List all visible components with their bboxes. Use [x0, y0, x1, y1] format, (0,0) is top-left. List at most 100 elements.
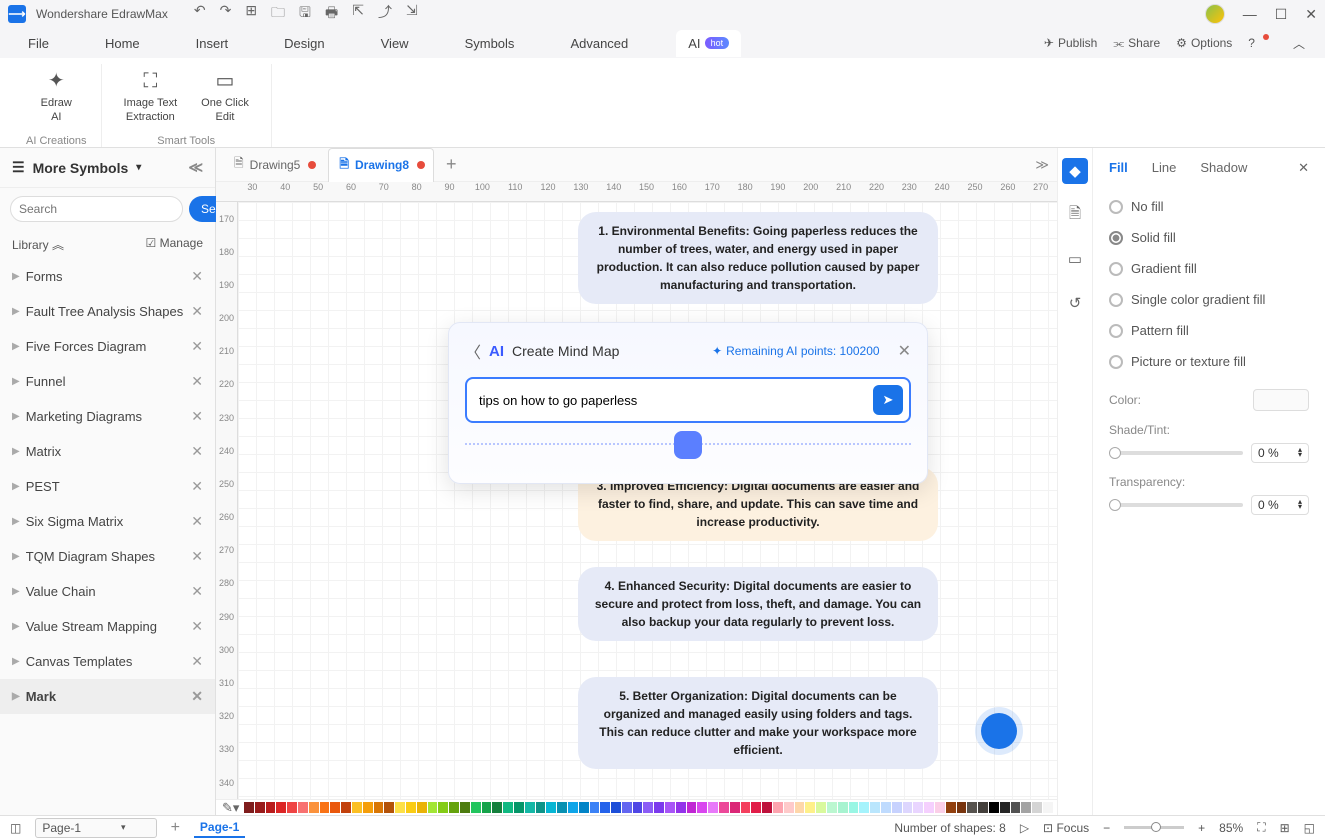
- color-swatch[interactable]: [957, 802, 967, 813]
- menu-ai[interactable]: AI hot: [676, 30, 741, 57]
- color-swatch[interactable]: [622, 802, 632, 813]
- color-swatch[interactable]: [492, 802, 502, 813]
- color-swatch[interactable]: [255, 802, 265, 813]
- color-swatch[interactable]: [525, 802, 535, 813]
- color-swatch[interactable]: [665, 802, 675, 813]
- ai-prompt-input[interactable]: [479, 393, 873, 408]
- menu-symbols[interactable]: Symbols: [457, 32, 523, 55]
- color-swatch[interactable]: [482, 802, 492, 813]
- minimize-icon[interactable]: —: [1243, 6, 1257, 22]
- search-input[interactable]: [10, 196, 183, 222]
- tab-shadow[interactable]: Shadow: [1200, 160, 1247, 175]
- library-item[interactable]: ▶Six Sigma Matrix✕: [0, 504, 215, 539]
- color-swatch[interactable]: [892, 802, 902, 813]
- color-swatch[interactable]: [579, 802, 589, 813]
- menu-insert[interactable]: Insert: [188, 32, 237, 55]
- color-swatch[interactable]: [719, 802, 729, 813]
- color-swatch[interactable]: [881, 802, 891, 813]
- transparency-slider[interactable]: [1109, 503, 1243, 507]
- zoom-slider[interactable]: [1124, 826, 1184, 829]
- menu-file[interactable]: File: [20, 32, 57, 55]
- style-panel-icon[interactable]: ◆: [1062, 158, 1088, 184]
- color-swatch[interactable]: [838, 802, 848, 813]
- focus-button[interactable]: ⊡ Focus: [1043, 821, 1089, 835]
- color-swatch[interactable]: [1043, 802, 1053, 813]
- color-swatch[interactable]: [611, 802, 621, 813]
- color-swatch[interactable]: [428, 802, 438, 813]
- color-swatch[interactable]: [827, 802, 837, 813]
- color-swatch[interactable]: [546, 802, 556, 813]
- chatbot-fab[interactable]: [981, 713, 1017, 749]
- color-swatch[interactable]: [557, 802, 567, 813]
- export-icon[interactable]: ⇱: [352, 2, 364, 26]
- undo-icon[interactable]: ↶: [194, 2, 206, 26]
- image-text-extraction-button[interactable]: ⛶ Image Text Extraction: [116, 64, 186, 129]
- edraw-ai-button[interactable]: ✦ Edraw AI: [33, 64, 80, 129]
- color-swatch[interactable]: [859, 802, 869, 813]
- color-swatch[interactable]: [503, 802, 513, 813]
- color-swatch[interactable]: [676, 802, 686, 813]
- color-swatch[interactable]: [287, 802, 297, 813]
- color-swatch[interactable]: [244, 802, 254, 813]
- share-button[interactable]: ⫘ Share: [1113, 36, 1160, 51]
- color-swatch[interactable]: [989, 802, 999, 813]
- color-swatch[interactable]: [913, 802, 923, 813]
- color-swatch[interactable]: [697, 802, 707, 813]
- zoom-out-icon[interactable]: −: [1103, 821, 1110, 835]
- color-swatch[interactable]: [590, 802, 600, 813]
- hamburger-icon[interactable]: ☰: [12, 159, 25, 176]
- radio-solid-fill[interactable]: Solid fill: [1109, 222, 1309, 253]
- color-swatch[interactable]: [266, 802, 276, 813]
- menu-design[interactable]: Design: [276, 32, 332, 55]
- color-swatch[interactable]: [946, 802, 956, 813]
- color-swatch[interactable]: [374, 802, 384, 813]
- page-panel-icon[interactable]: 🗎: [1062, 202, 1088, 228]
- color-swatch[interactable]: [568, 802, 578, 813]
- shade-value[interactable]: 0 %▴▾: [1251, 443, 1309, 463]
- menu-view[interactable]: View: [373, 32, 417, 55]
- play-icon[interactable]: ▷: [1020, 821, 1029, 835]
- color-swatch[interactable]: [536, 802, 546, 813]
- publish-button[interactable]: ✈ Publish: [1044, 36, 1097, 50]
- color-swatch[interactable]: [730, 802, 740, 813]
- color-swatch[interactable]: [363, 802, 373, 813]
- manage-link[interactable]: ☑ Manage: [146, 236, 203, 253]
- library-item[interactable]: ▶Forms✕: [0, 259, 215, 294]
- maximize-icon[interactable]: ☐: [1275, 6, 1288, 23]
- add-page-button[interactable]: +: [171, 819, 180, 837]
- color-swatch[interactable]: [687, 802, 697, 813]
- radio-no-fill[interactable]: No fill: [1109, 191, 1309, 222]
- color-swatch[interactable]: [1253, 389, 1309, 411]
- color-swatch[interactable]: [352, 802, 362, 813]
- radio-pattern-fill[interactable]: Pattern fill: [1109, 315, 1309, 346]
- tab-drawing5[interactable]: 🗎 Drawing5: [224, 148, 324, 181]
- fit-page-icon[interactable]: ⛶: [1257, 820, 1265, 835]
- color-swatch[interactable]: [1011, 802, 1021, 813]
- collapse-icon[interactable]: ≪: [188, 159, 203, 176]
- color-swatch[interactable]: [849, 802, 859, 813]
- modal-close-icon[interactable]: ✕: [898, 341, 911, 361]
- color-swatch[interactable]: [816, 802, 826, 813]
- color-swatch[interactable]: [741, 802, 751, 813]
- avatar[interactable]: [1205, 4, 1225, 24]
- library-item[interactable]: ▶Mark✕: [0, 679, 215, 714]
- add-tab-button[interactable]: +: [438, 154, 465, 175]
- fullscreen-icon[interactable]: ◱: [1304, 821, 1315, 835]
- page-tab-1[interactable]: Page-1: [194, 818, 245, 838]
- node-4[interactable]: 4. Enhanced Security: Digital documents …: [578, 567, 938, 641]
- fit-width-icon[interactable]: ⊞: [1280, 821, 1290, 835]
- open-icon[interactable]: 🗀: [271, 2, 285, 26]
- library-item[interactable]: ▶Matrix✕: [0, 434, 215, 469]
- color-swatch[interactable]: [1021, 802, 1031, 813]
- color-swatch[interactable]: [417, 802, 427, 813]
- new-icon[interactable]: ⊞: [245, 2, 257, 26]
- tab-drawing8[interactable]: 🗎 Drawing8: [328, 148, 434, 182]
- color-swatch[interactable]: [309, 802, 319, 813]
- library-item[interactable]: ▶Canvas Templates✕: [0, 644, 215, 679]
- color-swatch[interactable]: [471, 802, 481, 813]
- radio-gradient-fill[interactable]: Gradient fill: [1109, 253, 1309, 284]
- color-swatch[interactable]: [406, 802, 416, 813]
- color-swatch[interactable]: [643, 802, 653, 813]
- color-swatch[interactable]: [438, 802, 448, 813]
- options-button[interactable]: ⚙ Options: [1176, 36, 1232, 50]
